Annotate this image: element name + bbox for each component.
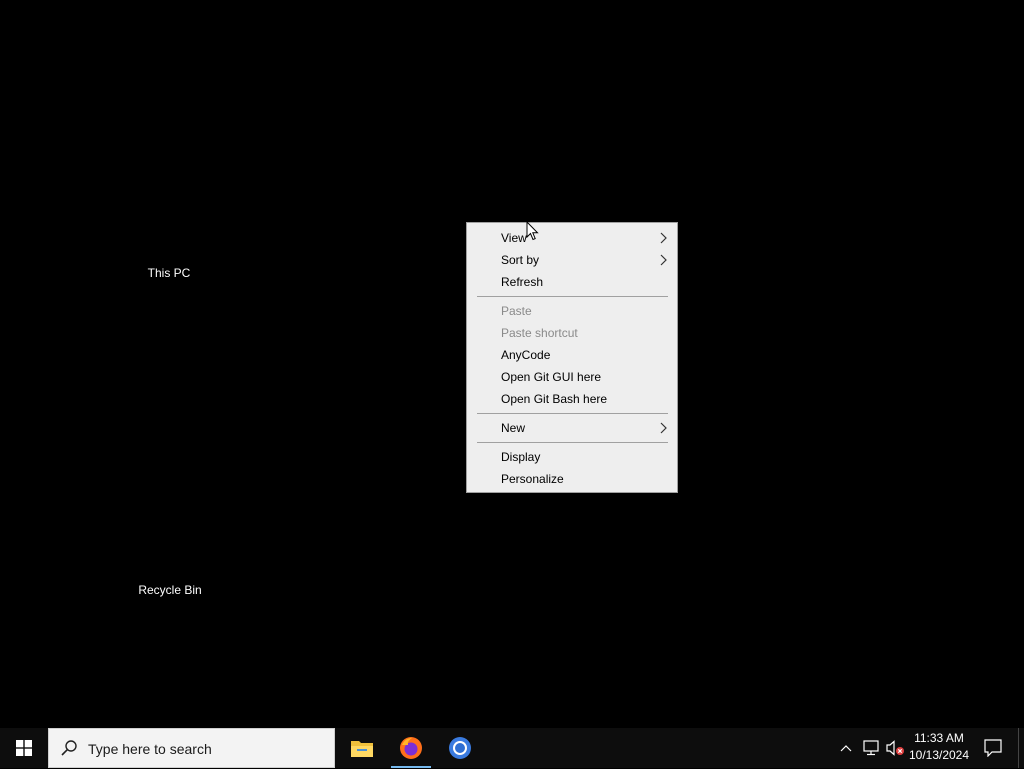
menu-item-display[interactable]: Display [467,446,677,468]
tray-show-hidden-button[interactable] [836,728,856,768]
desktop-context-menu: View Sort by Refresh Paste Paste shortcu… [466,222,678,493]
clock-time: 11:33 AM [914,731,964,745]
show-desktop-button[interactable] [1018,728,1024,768]
taskbar-search-box[interactable]: Type here to search [48,728,335,768]
menu-item-label: Personalize [501,472,564,486]
menu-item-personalize[interactable]: Personalize [467,468,677,490]
search-placeholder: Type here to search [88,741,212,757]
notification-icon [984,739,1002,757]
chrome-icon [449,737,471,759]
menu-item-label: View [501,231,527,245]
menu-item-label: Open Git GUI here [501,370,602,384]
tray-volume-button[interactable] [884,728,906,768]
mouse-cursor-icon [526,221,539,241]
menu-separator [477,442,668,443]
chevron-right-icon [660,422,667,434]
windows-logo-icon [16,740,32,756]
network-icon [863,740,879,756]
taskbar-app-firefox[interactable] [387,728,435,768]
menu-separator [477,296,668,297]
menu-item-label: New [501,421,526,435]
taskbar-app-file-explorer[interactable] [338,728,386,768]
menu-item-anycode[interactable]: AnyCode [467,344,677,366]
clock-date: 10/13/2024 [908,748,970,762]
menu-separator [477,413,668,414]
menu-item-paste: Paste [467,300,677,322]
desktop[interactable]: This PC Recycle Bin View Sort by Refresh… [0,0,1024,728]
chevron-right-icon [660,254,667,266]
taskbar-clock[interactable]: 11:33 AM 10/13/2024 [906,730,972,766]
menu-item-new[interactable]: New [467,417,677,439]
menu-item-label: Sort by [501,253,540,267]
chevron-up-icon [840,745,852,752]
menu-item-sort-by[interactable]: Sort by [467,249,677,271]
menu-item-open-git-bash[interactable]: Open Git Bash here [467,388,677,410]
volume-muted-icon [886,740,904,756]
menu-item-paste-shortcut: Paste shortcut [467,322,677,344]
taskbar: Type here to search 11:33 AM 10/13/2024 [0,728,1024,768]
menu-item-label: Refresh [501,275,544,289]
desktop-icon-label: Recycle Bin [138,583,202,597]
menu-item-label: Open Git Bash here [501,392,608,406]
menu-item-view[interactable]: View [467,227,677,249]
menu-item-label: Display [501,450,541,464]
file-explorer-icon [351,741,373,757]
desktop-icon-label: This PC [147,266,191,280]
menu-item-label: Paste shortcut [501,326,578,340]
desktop-icon-recycle-bin[interactable]: Recycle Bin [120,583,220,597]
action-center-button[interactable] [978,728,1008,768]
start-button[interactable] [0,728,48,768]
taskbar-app-chrome[interactable] [436,728,484,768]
search-icon [61,740,77,756]
firefox-icon [400,737,422,759]
tray-network-button[interactable] [860,728,882,768]
menu-item-label: Paste [501,304,532,318]
menu-item-label: AnyCode [501,348,551,362]
menu-item-refresh[interactable]: Refresh [467,271,677,293]
menu-item-open-git-gui[interactable]: Open Git GUI here [467,366,677,388]
desktop-icon-this-pc[interactable]: This PC [119,266,219,280]
chevron-right-icon [660,232,667,244]
